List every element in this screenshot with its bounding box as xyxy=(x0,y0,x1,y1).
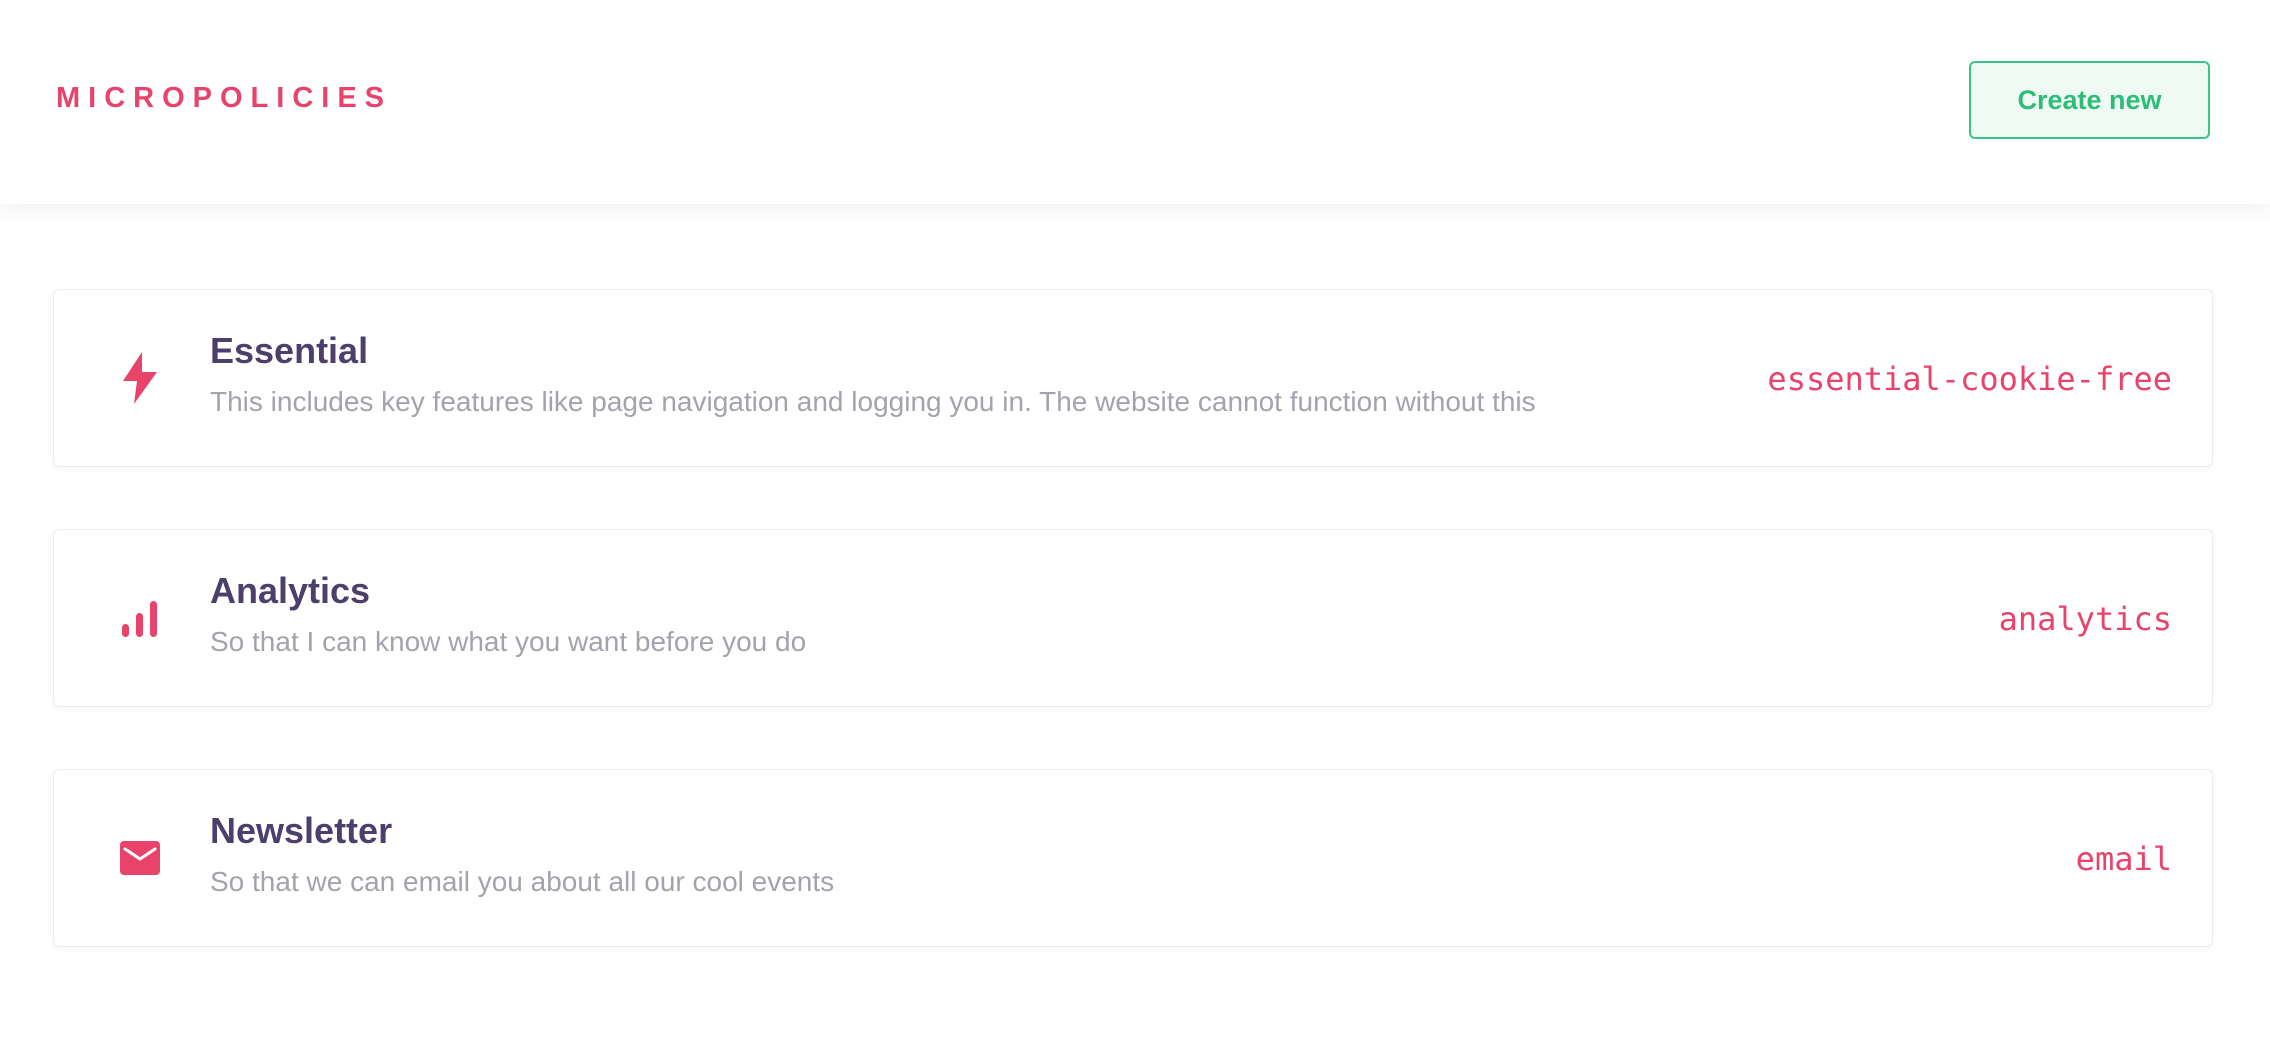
policy-title: Newsletter xyxy=(210,810,393,851)
policy-card-essential[interactable]: Essential This includes key features lik… xyxy=(53,289,2213,467)
top-bar: MICROPOLICIES Create new xyxy=(0,0,2270,204)
bar-chart-icon xyxy=(116,588,164,648)
policy-card-newsletter[interactable]: Newsletter So that we can email you abou… xyxy=(53,769,2213,947)
policy-slug: analytics xyxy=(1998,600,2172,638)
envelope-icon xyxy=(116,828,164,888)
policy-title: Analytics xyxy=(210,570,371,611)
policy-slug: email xyxy=(2075,840,2172,878)
policy-description: This includes key features like page nav… xyxy=(210,386,1536,417)
policy-slug: essential-cookie-free xyxy=(1767,360,2172,398)
lightning-icon xyxy=(116,348,164,408)
policy-card-analytics[interactable]: Analytics So that I can know what you wa… xyxy=(53,529,2213,707)
create-new-button[interactable]: Create new xyxy=(1969,61,2210,139)
policy-description: So that I can know what you want before … xyxy=(210,626,807,657)
brand-logo[interactable]: MICROPOLICIES xyxy=(56,82,392,114)
policy-title: Essential xyxy=(210,330,369,371)
policy-description: So that we can email you about all our c… xyxy=(210,866,835,897)
